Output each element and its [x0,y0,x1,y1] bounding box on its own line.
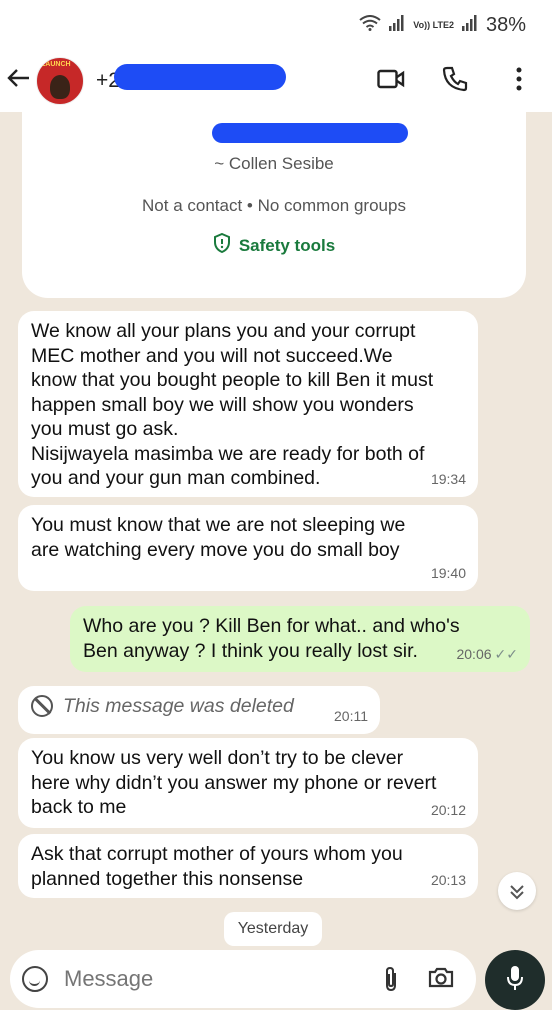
message-text: Who are you ? Kill Ben for what.. and wh… [83,615,460,662]
more-vert-icon[interactable] [504,67,534,96]
info-contact-status: Not a contact • No common groups [142,196,406,215]
redaction-mark [114,64,286,90]
message-time: 20:06 [456,645,492,662]
message-time-wrap: 20:06 ✓✓ [456,642,518,667]
date-separator: Yesterday [224,912,322,946]
chat-area[interactable]: +27 76 322 ~ Collen Sesibe Not a contact… [0,112,552,992]
message-bubble-incoming[interactable]: Ask that corrupt mother of yours whom yo… [18,834,478,898]
message-text: We know all your plans you and your corr… [31,320,434,489]
avatar-text: LAUNCH [41,61,71,68]
safety-tools-label: Safety tools [238,235,336,255]
message-bubble-outgoing[interactable]: Who are you ? Kill Ben for what.. and wh… [70,606,530,672]
message-bubble-incoming[interactable]: We know all your plans you and your corr… [18,311,478,497]
message-text: You know us very well don’t try to be cl… [31,747,437,818]
status-bar: Vo)) LTE2 38% [0,0,552,50]
message-time: 20:12 [430,801,466,818]
camera-icon[interactable] [428,966,454,994]
contact-info-card: +27 76 322 ~ Collen Sesibe Not a contact… [22,112,526,298]
deleted-message: This message was deleted [31,694,368,719]
wifi-icon [359,14,381,36]
message-bubble-incoming[interactable]: You know us very well don’t try to be cl… [18,738,478,828]
message-time: 20:11 [334,707,368,724]
info-alias: ~ Collen Sesibe [214,154,334,173]
voice-record-button[interactable] [485,950,545,1010]
scroll-to-bottom-button[interactable] [498,872,536,910]
avatar[interactable]: LAUNCH [36,57,84,105]
message-input[interactable] [62,965,356,993]
message-bubble-deleted[interactable]: This message was deleted 20:11 [18,686,380,734]
message-text: This message was deleted [63,695,294,717]
message-text: You must know that we are not sleeping w… [31,514,406,561]
redaction-mark [212,123,408,143]
message-text: Ask that corrupt mother of yours whom yo… [31,843,403,890]
shield-icon [213,232,231,258]
battery-level: 38% [485,13,526,36]
signal-icon-2 [461,14,478,36]
paperclip-icon[interactable] [382,966,400,999]
signal-icon [389,14,405,36]
message-bubble-incoming[interactable]: You must know that we are not sleeping w… [18,505,478,591]
arrow-left-icon[interactable] [2,66,36,97]
avatar-face [50,75,70,99]
chevron-double-down-icon [509,881,525,901]
message-time: 19:34 [430,470,466,487]
phone-icon[interactable] [440,66,470,97]
header-actions [376,50,534,112]
video-camera-icon[interactable] [376,68,406,95]
message-composer [10,950,476,1008]
safety-tools-button[interactable]: Safety tools [22,232,526,258]
network-type-label: Vo)) LTE2 [413,19,454,30]
microphone-icon [506,965,524,996]
double-check-icon: ✓✓ [494,645,518,662]
blocked-icon [31,695,53,718]
message-time: 20:13 [430,871,466,888]
message-time: 19:40 [430,564,466,581]
emoji-icon[interactable] [22,966,48,992]
